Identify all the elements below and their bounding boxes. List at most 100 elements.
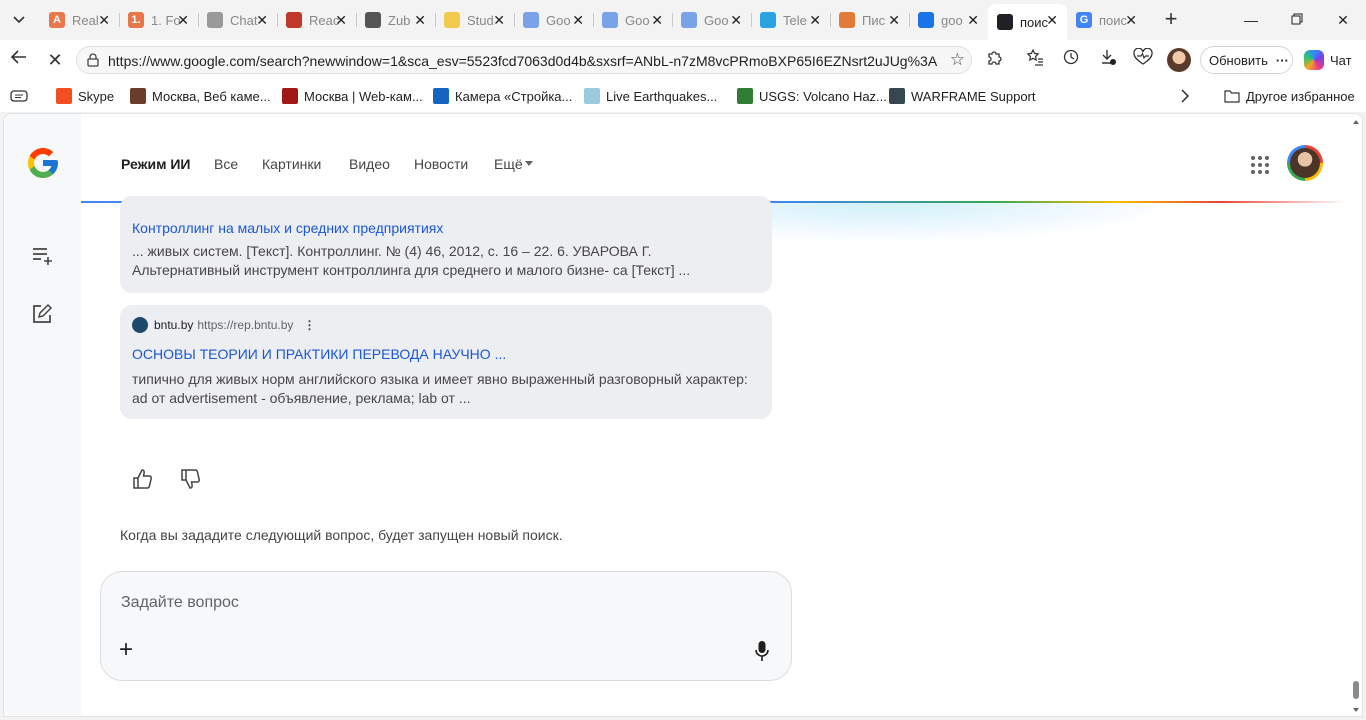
browser-tab[interactable]: A Real ✕ <box>40 4 119 36</box>
browser-tab[interactable]: Reac ✕ <box>277 4 356 36</box>
close-tab-icon[interactable]: ✕ <box>335 12 347 29</box>
browser-tab[interactable]: Goo ✕ <box>672 4 751 36</box>
browser-essentials-icon[interactable] <box>1130 47 1156 72</box>
favorite-label: Live Earthquakes... <box>606 88 718 104</box>
account-avatar[interactable] <box>1287 145 1323 181</box>
favorite-item[interactable]: USGS: Volcano Haz... <box>737 86 887 106</box>
search-tab[interactable]: Новости <box>414 156 468 172</box>
close-tab-icon[interactable]: ✕ <box>888 12 900 29</box>
result-card[interactable]: Контроллинг на малых и средних предприят… <box>120 196 772 293</box>
browser-tab[interactable]: Stud ✕ <box>435 4 514 36</box>
browser-tab[interactable]: Пис ✕ <box>830 4 909 36</box>
close-tab-icon[interactable]: ✕ <box>177 12 189 29</box>
tab-favicon-icon <box>602 12 618 28</box>
close-tab-icon[interactable]: ✕ <box>809 12 821 29</box>
close-tab-icon[interactable]: ✕ <box>493 12 505 29</box>
tab-favicon-icon <box>523 12 539 28</box>
browser-tab[interactable]: Tele ✕ <box>751 4 830 36</box>
favorite-item[interactable]: Skype <box>56 86 114 106</box>
search-tab[interactable]: Все <box>214 156 238 172</box>
stop-loading-button[interactable]: ✕ <box>42 48 68 72</box>
result-title[interactable]: ОСНОВЫ ТЕОРИИ И ПРАКТИКИ ПЕРЕВОДА НАУЧНО… <box>132 346 506 362</box>
favorite-item[interactable]: Москва, Веб каме... <box>130 86 271 106</box>
close-tab-icon[interactable]: ✕ <box>967 12 979 29</box>
close-window-button[interactable]: ✕ <box>1328 8 1358 32</box>
site-info-icon[interactable] <box>85 52 101 68</box>
result-title[interactable]: Контроллинг на малых и средних предприят… <box>132 220 443 236</box>
favorite-favicon-icon <box>56 88 72 104</box>
google-header: Режим ИИ Все Картинки Видео Новости Ещё <box>81 114 1362 203</box>
conversation-history-icon[interactable] <box>31 244 53 266</box>
tab-list: A Real ✕ 1. 1. Fo ✕ Chat ✕ Reac ✕ Zub ✕ Stud ✕ Goo ✕ Goo… <box>40 4 1146 40</box>
tab-favicon-icon: A <box>49 12 65 28</box>
browser-tab[interactable]: Gпоис ✕ <box>1067 4 1146 36</box>
update-button[interactable]: Обновить ··· <box>1200 46 1293 74</box>
downloads-icon[interactable] <box>1095 48 1121 72</box>
close-tab-icon[interactable]: ✕ <box>98 12 110 29</box>
browser-tab[interactable]: Goo ✕ <box>593 4 672 36</box>
tab-favicon-icon <box>918 12 934 28</box>
back-button[interactable] <box>6 48 32 72</box>
ask-input-placeholder[interactable]: Задайте вопрос <box>121 594 239 612</box>
browser-tab[interactable]: goo ✕ <box>909 4 988 36</box>
reading-mode-icon[interactable] <box>10 86 28 106</box>
favorite-star-icon[interactable]: ☆ <box>950 50 965 70</box>
add-attachment-icon[interactable]: + <box>119 636 133 664</box>
search-tab[interactable]: Картинки <box>262 156 321 172</box>
vertical-scrollbar[interactable] <box>1351 114 1361 716</box>
tab-favicon-icon <box>839 12 855 28</box>
microphone-icon[interactable] <box>755 640 769 662</box>
close-tab-icon[interactable]: ✕ <box>572 12 584 29</box>
search-tab[interactable]: Ещё <box>494 156 523 172</box>
search-tab[interactable]: Режим ИИ <box>121 156 191 172</box>
browser-tab[interactable]: Zub ✕ <box>356 4 435 36</box>
favorite-favicon-icon <box>584 88 600 104</box>
favorite-item[interactable]: Live Earthquakes... <box>584 86 717 106</box>
browser-tab[interactable]: 1. 1. Fo ✕ <box>119 4 198 36</box>
copilot-icon <box>1304 50 1324 70</box>
favorite-favicon-icon <box>282 88 298 104</box>
restore-button[interactable] <box>1282 8 1312 32</box>
favorite-item[interactable]: Камера «Стройка... <box>433 86 572 106</box>
browser-tab[interactable]: поис ✕ <box>988 4 1067 40</box>
close-tab-icon[interactable]: ✕ <box>1046 12 1058 29</box>
copilot-chat-button[interactable]: Чат <box>1300 46 1360 74</box>
close-tab-icon[interactable]: ✕ <box>1125 12 1137 29</box>
browser-tab[interactable]: Goo ✕ <box>514 4 593 36</box>
favorite-label: Москва | Web-кам... <box>304 88 423 104</box>
tab-actions-menu-icon[interactable] <box>6 8 32 32</box>
bookmarks-overflow-chevron-icon[interactable] <box>1180 86 1190 106</box>
address-bar[interactable]: https://www.google.com/search?newwindow=… <box>76 46 972 74</box>
result-card[interactable]: bntu.by https://rep.bntu.by ⋮ ОСНОВЫ ТЕО… <box>120 305 772 419</box>
extensions-icon[interactable] <box>981 48 1007 72</box>
result-source[interactable]: bntu.by https://rep.bntu.by ⋮ <box>132 317 315 333</box>
ai-mode-sidebar <box>4 114 81 716</box>
address-url[interactable]: https://www.google.com/search?newwindow=… <box>108 53 938 69</box>
favorite-item[interactable]: WARFRAME Support <box>889 86 1036 106</box>
history-icon[interactable] <box>1058 48 1084 72</box>
favorite-favicon-icon <box>889 88 905 104</box>
search-tab[interactable]: Видео <box>349 156 390 172</box>
more-options-icon[interactable]: ⋮ <box>303 318 315 332</box>
close-tab-icon[interactable]: ✕ <box>256 12 268 29</box>
favorite-item[interactable]: Москва | Web-кам... <box>282 86 423 106</box>
ask-input-box[interactable]: Задайте вопрос + <box>100 571 792 681</box>
thumbs-down-icon[interactable] <box>179 468 201 490</box>
new-tab-button[interactable]: + <box>1158 6 1184 32</box>
browser-tab[interactable]: Chat ✕ <box>198 4 277 36</box>
more-menu-icon[interactable]: ··· <box>1276 53 1289 68</box>
google-apps-icon[interactable] <box>1251 156 1269 174</box>
close-tab-icon[interactable]: ✕ <box>651 12 663 29</box>
profile-avatar[interactable] <box>1167 48 1191 72</box>
other-favorites-label: Другое избранное <box>1246 88 1355 104</box>
close-tab-icon[interactable]: ✕ <box>414 12 426 29</box>
new-chat-icon[interactable] <box>31 303 53 325</box>
other-favorites-folder[interactable]: Другое избранное <box>1224 86 1355 106</box>
google-logo-icon[interactable] <box>25 145 61 181</box>
close-tab-icon[interactable]: ✕ <box>730 12 742 29</box>
folder-icon <box>1224 90 1240 103</box>
minimize-button[interactable]: — <box>1236 8 1266 32</box>
favorite-label: WARFRAME Support <box>911 88 1036 104</box>
favorites-icon[interactable] <box>1022 48 1048 72</box>
thumbs-up-icon[interactable] <box>131 468 153 490</box>
